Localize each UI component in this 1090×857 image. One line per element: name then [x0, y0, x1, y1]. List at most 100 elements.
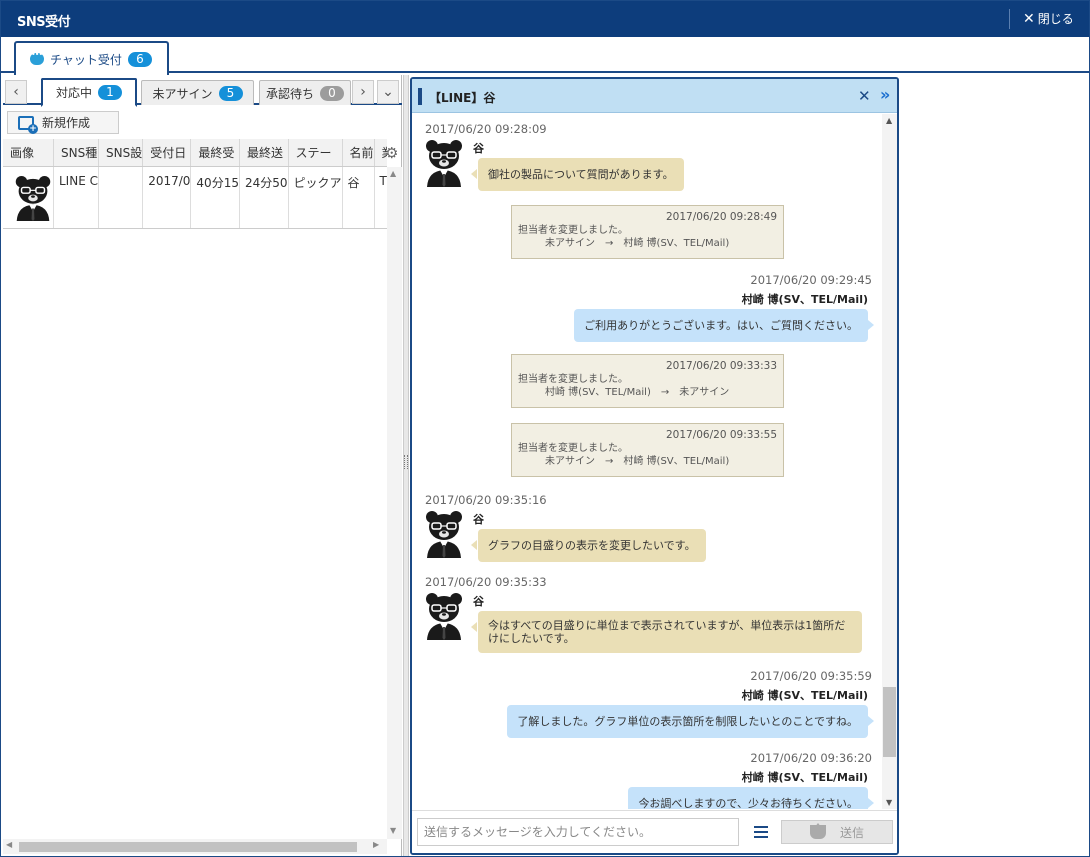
tab-list-dropdown-button[interactable]: ⌄ — [377, 80, 399, 104]
gear-icon[interactable]: ⚙ — [385, 144, 398, 162]
new-item-icon — [18, 115, 38, 134]
column-header[interactable]: 受付日 — [142, 139, 192, 167]
tab-in-progress[interactable]: 対応中 1 — [41, 78, 137, 107]
message-timestamp: 2017/06/20 09:28:09 — [425, 122, 547, 136]
table-row[interactable]: LINE C 2017/0 40分15 24分50 ピックア 谷 TMX — [3, 166, 387, 229]
tab-label: 承認待ち — [265, 86, 314, 101]
close-label: 閉じる — [1037, 12, 1074, 26]
scrollbar-thumb[interactable] — [19, 842, 357, 852]
send-button[interactable]: 送信 — [781, 820, 893, 844]
chat-vertical-scrollbar[interactable]: ▲ ▼ — [882, 114, 897, 809]
scroll-left-icon[interactable]: ◀ — [6, 840, 12, 849]
column-header[interactable]: 最終受 — [190, 139, 240, 167]
last-sent-cell: 24分50 — [239, 166, 289, 229]
splitter-grip[interactable] — [404, 455, 408, 469]
last-received-cell: 40分15 — [190, 166, 240, 229]
received-date-cell: 2017/0 — [142, 166, 192, 229]
chat-header: 【LINE】谷 ✕ » — [412, 79, 897, 113]
message-list: 2017/06/20 09:28:09 谷 御社の製品について質問があります。 … — [412, 114, 882, 809]
column-header[interactable]: SNS種 — [53, 139, 99, 167]
scroll-down-icon[interactable]: ▼ — [390, 826, 396, 835]
message-text-line: 今はすべての目盛りに単位まで表示されていますが、単位表示は1箇所だ — [488, 619, 846, 632]
tab-scroll-right-button[interactable]: › — [352, 80, 374, 104]
queue-tab-bar: ‹ 対応中 1 未アサイン 5 承認待ち 0 › ⌄ — [3, 77, 402, 107]
table-header-row: 画像 SNS種 SNS設 受付日 最終受 最終送 ステー 名前 業務 — [3, 139, 387, 167]
pane-splitter[interactable] — [403, 75, 409, 856]
sender-name: 谷 — [473, 595, 484, 608]
message-timestamp: 2017/06/20 09:29:45 — [750, 273, 872, 287]
scroll-right-icon[interactable]: ▶ — [373, 840, 379, 849]
table-horizontal-scrollbar[interactable]: ◀ ▶ — [3, 839, 387, 854]
close-icon: ✕ — [1023, 10, 1035, 27]
system-message: 2017/06/20 09:33:55 担当者を変更しました。 未アサイン → … — [511, 423, 784, 477]
tab-scroll-left-button[interactable]: ‹ — [5, 80, 27, 104]
incoming-message-bubble: グラフの目盛りの表示を変更したいです。 — [471, 529, 706, 562]
column-header[interactable]: 画像 — [3, 139, 54, 167]
title-bar: SNS受付 ✕ 閉じる — [1, 1, 1089, 37]
sender-name: 谷 — [473, 513, 484, 526]
chat-panel: 【LINE】谷 ✕ » 2017/06/20 09:28:09 谷 御社の製品に… — [410, 77, 899, 855]
bear-avatar-icon — [424, 139, 464, 187]
system-message-detail: 村崎 博(SV、TEL/Mail) → 未アサイン — [545, 387, 730, 398]
message-timestamp: 2017/06/20 09:35:16 — [425, 493, 547, 507]
column-header[interactable]: 最終送 — [239, 139, 289, 167]
system-message-date: 2017/06/20 09:33:33 — [665, 360, 777, 372]
system-message: 2017/06/20 09:28:49 担当者を変更しました。 未アサイン → … — [511, 205, 784, 259]
count-badge: 5 — [218, 85, 243, 101]
system-message: 2017/06/20 09:33:33 担当者を変更しました。 村崎 博(SV、… — [511, 354, 784, 408]
message-input[interactable] — [417, 818, 739, 846]
close-button[interactable]: ✕ 閉じる — [1023, 10, 1074, 27]
table-vertical-scrollbar[interactable]: ▲ ▼ — [387, 167, 402, 839]
sns-setting-cell — [98, 166, 144, 229]
new-button-label: 新規作成 — [42, 116, 91, 130]
bear-avatar-icon — [424, 510, 464, 558]
send-icon — [809, 823, 826, 839]
message-timestamp: 2017/06/20 09:35:59 — [750, 669, 872, 683]
message-text-line: けにしたいです。 — [488, 632, 575, 645]
tab-label: 対応中 — [55, 86, 92, 100]
outgoing-message-bubble: 今お調べしますので、少々お待ちください。 — [628, 787, 874, 809]
queue-pane: ‹ 対応中 1 未アサイン 5 承認待ち 0 › ⌄ 新規作成 — [3, 75, 402, 856]
tab-chat-reception[interactable]: チャット受付 6 — [14, 41, 169, 75]
status-cell: ピックア — [288, 166, 343, 229]
list-icon[interactable] — [754, 826, 768, 838]
sns-reception-window: SNS受付 ✕ 閉じる チャット受付 6 ‹ 対応中 1 未アサイン 5 承認待… — [0, 0, 1090, 857]
system-message-text: 担当者を変更しました。 — [518, 443, 628, 454]
bear-avatar-icon — [13, 175, 53, 221]
double-chevron-right-icon[interactable]: » — [880, 85, 890, 104]
system-message-date: 2017/06/20 09:33:55 — [665, 429, 777, 441]
system-message-text: 担当者を変更しました。 — [518, 374, 628, 385]
chat-bubble-icon — [30, 50, 44, 65]
message-timestamp: 2017/06/20 09:35:33 — [425, 575, 547, 589]
tab-label: チャット受付 — [50, 52, 122, 67]
scrollbar-thumb[interactable] — [883, 687, 896, 757]
system-message-detail: 未アサイン → 村崎 博(SV、TEL/Mail) — [545, 238, 730, 249]
system-message-text: 担当者を変更しました。 — [518, 225, 628, 236]
count-badge: 0 — [320, 85, 344, 101]
scroll-up-icon[interactable]: ▲ — [886, 116, 892, 125]
tab-label: 未アサイン — [152, 86, 213, 101]
header-accent — [418, 88, 422, 105]
system-message-date: 2017/06/20 09:28:49 — [665, 211, 777, 223]
tab-unassigned[interactable]: 未アサイン 5 — [141, 80, 254, 105]
new-button[interactable]: 新規作成 — [7, 111, 119, 134]
column-header[interactable]: ステー — [288, 139, 343, 167]
chat-title: 【LINE】谷 — [429, 91, 496, 105]
count-badge: 1 — [98, 85, 122, 100]
sns-type-cell: LINE C — [53, 166, 99, 229]
business-cell: TMX — [374, 166, 387, 229]
column-header[interactable]: 名前 — [342, 139, 375, 167]
column-header[interactable]: SNS設 — [98, 139, 144, 167]
sender-name: 村崎 博(SV、TEL/Mail) — [741, 689, 868, 702]
image-cell — [3, 166, 54, 229]
system-message-detail: 未アサイン → 村崎 博(SV、TEL/Mail) — [545, 456, 730, 467]
close-icon[interactable]: ✕ — [858, 87, 871, 105]
outgoing-message-bubble: ご利用ありがとうございます。はい、ご質問ください。 — [574, 309, 874, 342]
window-title: SNS受付 — [17, 15, 71, 30]
scroll-down-icon[interactable]: ▼ — [886, 798, 892, 807]
scroll-up-icon[interactable]: ▲ — [390, 169, 396, 178]
sender-name: 谷 — [473, 142, 484, 155]
outgoing-message-bubble: 了解しました。グラフ単位の表示箇所を制限したいとのことですね。 — [507, 705, 874, 738]
main-tab-bar: チャット受付 6 — [1, 37, 1089, 75]
tab-awaiting-approval[interactable]: 承認待ち 0 — [259, 80, 351, 105]
